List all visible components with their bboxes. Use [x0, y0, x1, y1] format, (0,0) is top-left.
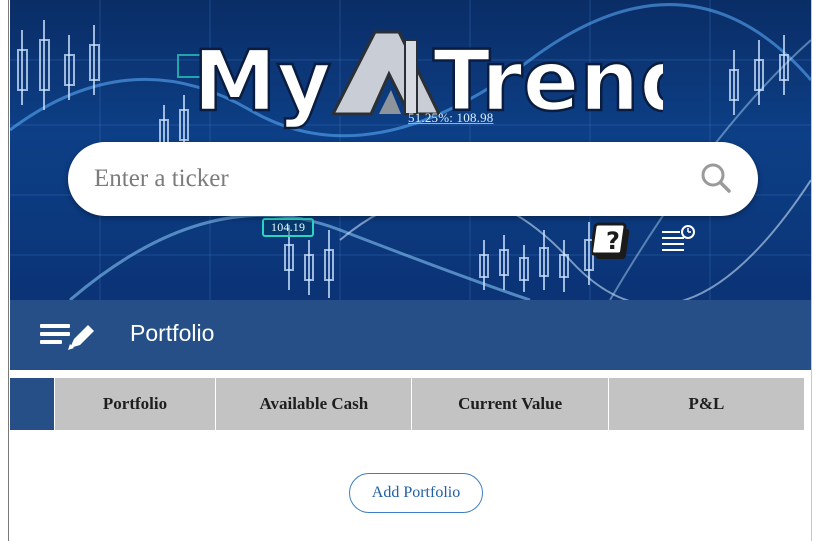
ticker-search-input[interactable]: [92, 158, 676, 200]
search-icon[interactable]: [700, 162, 732, 199]
frame-border-left: [8, 0, 9, 541]
page-title: Portfolio: [130, 320, 215, 346]
portfolio-table-header: Portfolio Available Cash Current Value P…: [10, 378, 805, 430]
history-list-icon[interactable]: [660, 224, 696, 261]
chart-annotation-percent: 51.25%: 108.98: [408, 110, 494, 125]
add-portfolio-button[interactable]: Add Portfolio: [349, 473, 483, 513]
page-title-bar: Portfolio: [10, 300, 811, 370]
help-icon[interactable]: ?: [590, 220, 636, 269]
table-header-accent: [10, 378, 54, 430]
ticker-search-bar: [68, 142, 758, 216]
svg-text:My: My: [193, 32, 331, 130]
frame-border-right: [811, 0, 812, 541]
column-header-pnl[interactable]: P&L: [607, 378, 805, 430]
svg-text:?: ?: [606, 227, 620, 255]
column-header-current-value[interactable]: Current Value: [411, 378, 608, 430]
edit-list-icon[interactable]: [40, 322, 100, 355]
chart-annotation-price: 104.19: [262, 218, 315, 237]
header-banner: My Trend 51.25%: 108.98 104.19 ?: [10, 0, 811, 300]
column-header-available-cash[interactable]: Available Cash: [215, 378, 412, 430]
column-header-portfolio[interactable]: Portfolio: [53, 378, 216, 430]
